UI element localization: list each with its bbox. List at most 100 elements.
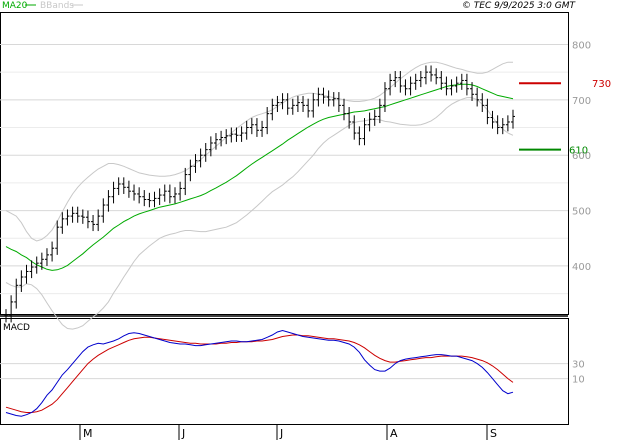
y-tick-600: 600	[572, 151, 591, 162]
price-bar	[157, 188, 162, 206]
legend-bbands: BBands	[40, 1, 74, 11]
macd-y-tick-10: 10	[572, 375, 585, 386]
price-bar	[423, 65, 428, 85]
price-bar	[382, 82, 387, 113]
price-bar	[85, 210, 90, 229]
price-bar	[162, 184, 167, 202]
price-bar	[301, 95, 306, 113]
price-bar	[388, 73, 393, 96]
price-bar	[306, 98, 311, 118]
price-bar	[193, 154, 198, 173]
ma20-line	[5, 83, 514, 271]
price-bar	[275, 95, 280, 113]
price-bar	[495, 115, 500, 135]
price-bar	[449, 79, 454, 96]
price-bar	[188, 159, 193, 182]
month-label: A	[390, 427, 398, 440]
price-bar	[208, 136, 213, 157]
price-bar	[111, 181, 116, 204]
price-bar	[249, 118, 254, 135]
price-bar	[19, 270, 24, 292]
month-label: S	[490, 427, 497, 440]
price-bar	[336, 92, 341, 113]
price-bar	[239, 126, 244, 142]
macd-y-tick-30: 30	[572, 360, 585, 371]
y-tick-800: 800	[572, 40, 591, 51]
price-bar	[475, 87, 480, 107]
legend-ma20: MA20	[2, 1, 28, 11]
price-bar	[439, 71, 444, 90]
price-bar	[511, 109, 515, 129]
price-bar	[362, 118, 367, 146]
month-label: M	[83, 427, 93, 440]
price-bar	[408, 76, 413, 96]
price-bar	[116, 177, 121, 196]
stock-chart: 730610 800 700 600 500 400 30 10 M J J A S MA20 BB…	[0, 1, 611, 440]
price-bar	[70, 206, 75, 223]
price-bar	[347, 107, 352, 129]
price-bars	[4, 65, 515, 323]
y-tick-labels: 800 700 600 500 400 30 10	[572, 40, 591, 385]
price-bar	[178, 181, 183, 201]
bband-upper-line	[5, 61, 513, 242]
price-bar	[80, 209, 85, 224]
price-bar	[96, 209, 101, 232]
macd-title: MACD	[3, 323, 30, 333]
price-bar	[121, 177, 126, 194]
price-bar	[137, 187, 142, 204]
macd-signal-line	[5, 334, 514, 413]
price-bar	[244, 120, 249, 140]
price-bar	[4, 309, 8, 323]
month-label: J	[181, 427, 185, 440]
price-bar	[132, 184, 137, 201]
price-bar	[183, 167, 188, 196]
price-bar	[44, 248, 49, 266]
price-bar	[500, 118, 505, 135]
gridlines	[0, 43, 568, 380]
bband-lower-line	[5, 97, 514, 330]
price-bar	[270, 98, 275, 121]
price-bar	[60, 212, 65, 234]
bollinger-bands	[5, 61, 514, 330]
price-bar	[24, 264, 29, 284]
y-tick-400: 400	[572, 262, 591, 273]
price-bar	[167, 184, 172, 204]
price-bar	[434, 68, 439, 85]
price-bar	[331, 92, 336, 107]
price-bar	[295, 95, 300, 113]
price-bar	[311, 93, 316, 118]
moving-average	[5, 83, 514, 271]
price-bar	[403, 79, 408, 96]
resistance-label: 730	[592, 79, 611, 90]
y-tick-700: 700	[572, 96, 591, 107]
macd-line	[5, 329, 514, 417]
price-panel-frame	[0, 12, 569, 315]
price-bar	[55, 220, 60, 255]
price-bar	[326, 90, 331, 107]
price-bar	[459, 73, 464, 90]
price-bar	[429, 65, 434, 82]
price-bar	[260, 120, 265, 137]
price-bar	[219, 130, 224, 147]
price-bar	[75, 206, 80, 223]
price-bar	[65, 209, 70, 226]
price-bar	[413, 73, 418, 90]
macd-lines	[5, 329, 514, 417]
price-bar	[367, 112, 372, 132]
price-bar	[173, 187, 177, 204]
y-tick-500: 500	[572, 207, 591, 218]
price-bar	[147, 192, 152, 208]
month-labels: MJJAS	[79, 424, 497, 440]
price-bar	[29, 260, 34, 279]
price-bar	[280, 93, 285, 110]
price-levels: 730610	[519, 79, 611, 157]
price-bar	[152, 191, 157, 208]
price-bar	[372, 109, 377, 126]
price-bar	[229, 127, 234, 143]
price-bar	[91, 214, 96, 232]
price-bar	[106, 190, 111, 212]
macd-panel-frame	[0, 318, 569, 425]
price-bar	[342, 98, 346, 121]
price-bar	[203, 143, 208, 162]
price-bar	[505, 115, 510, 132]
